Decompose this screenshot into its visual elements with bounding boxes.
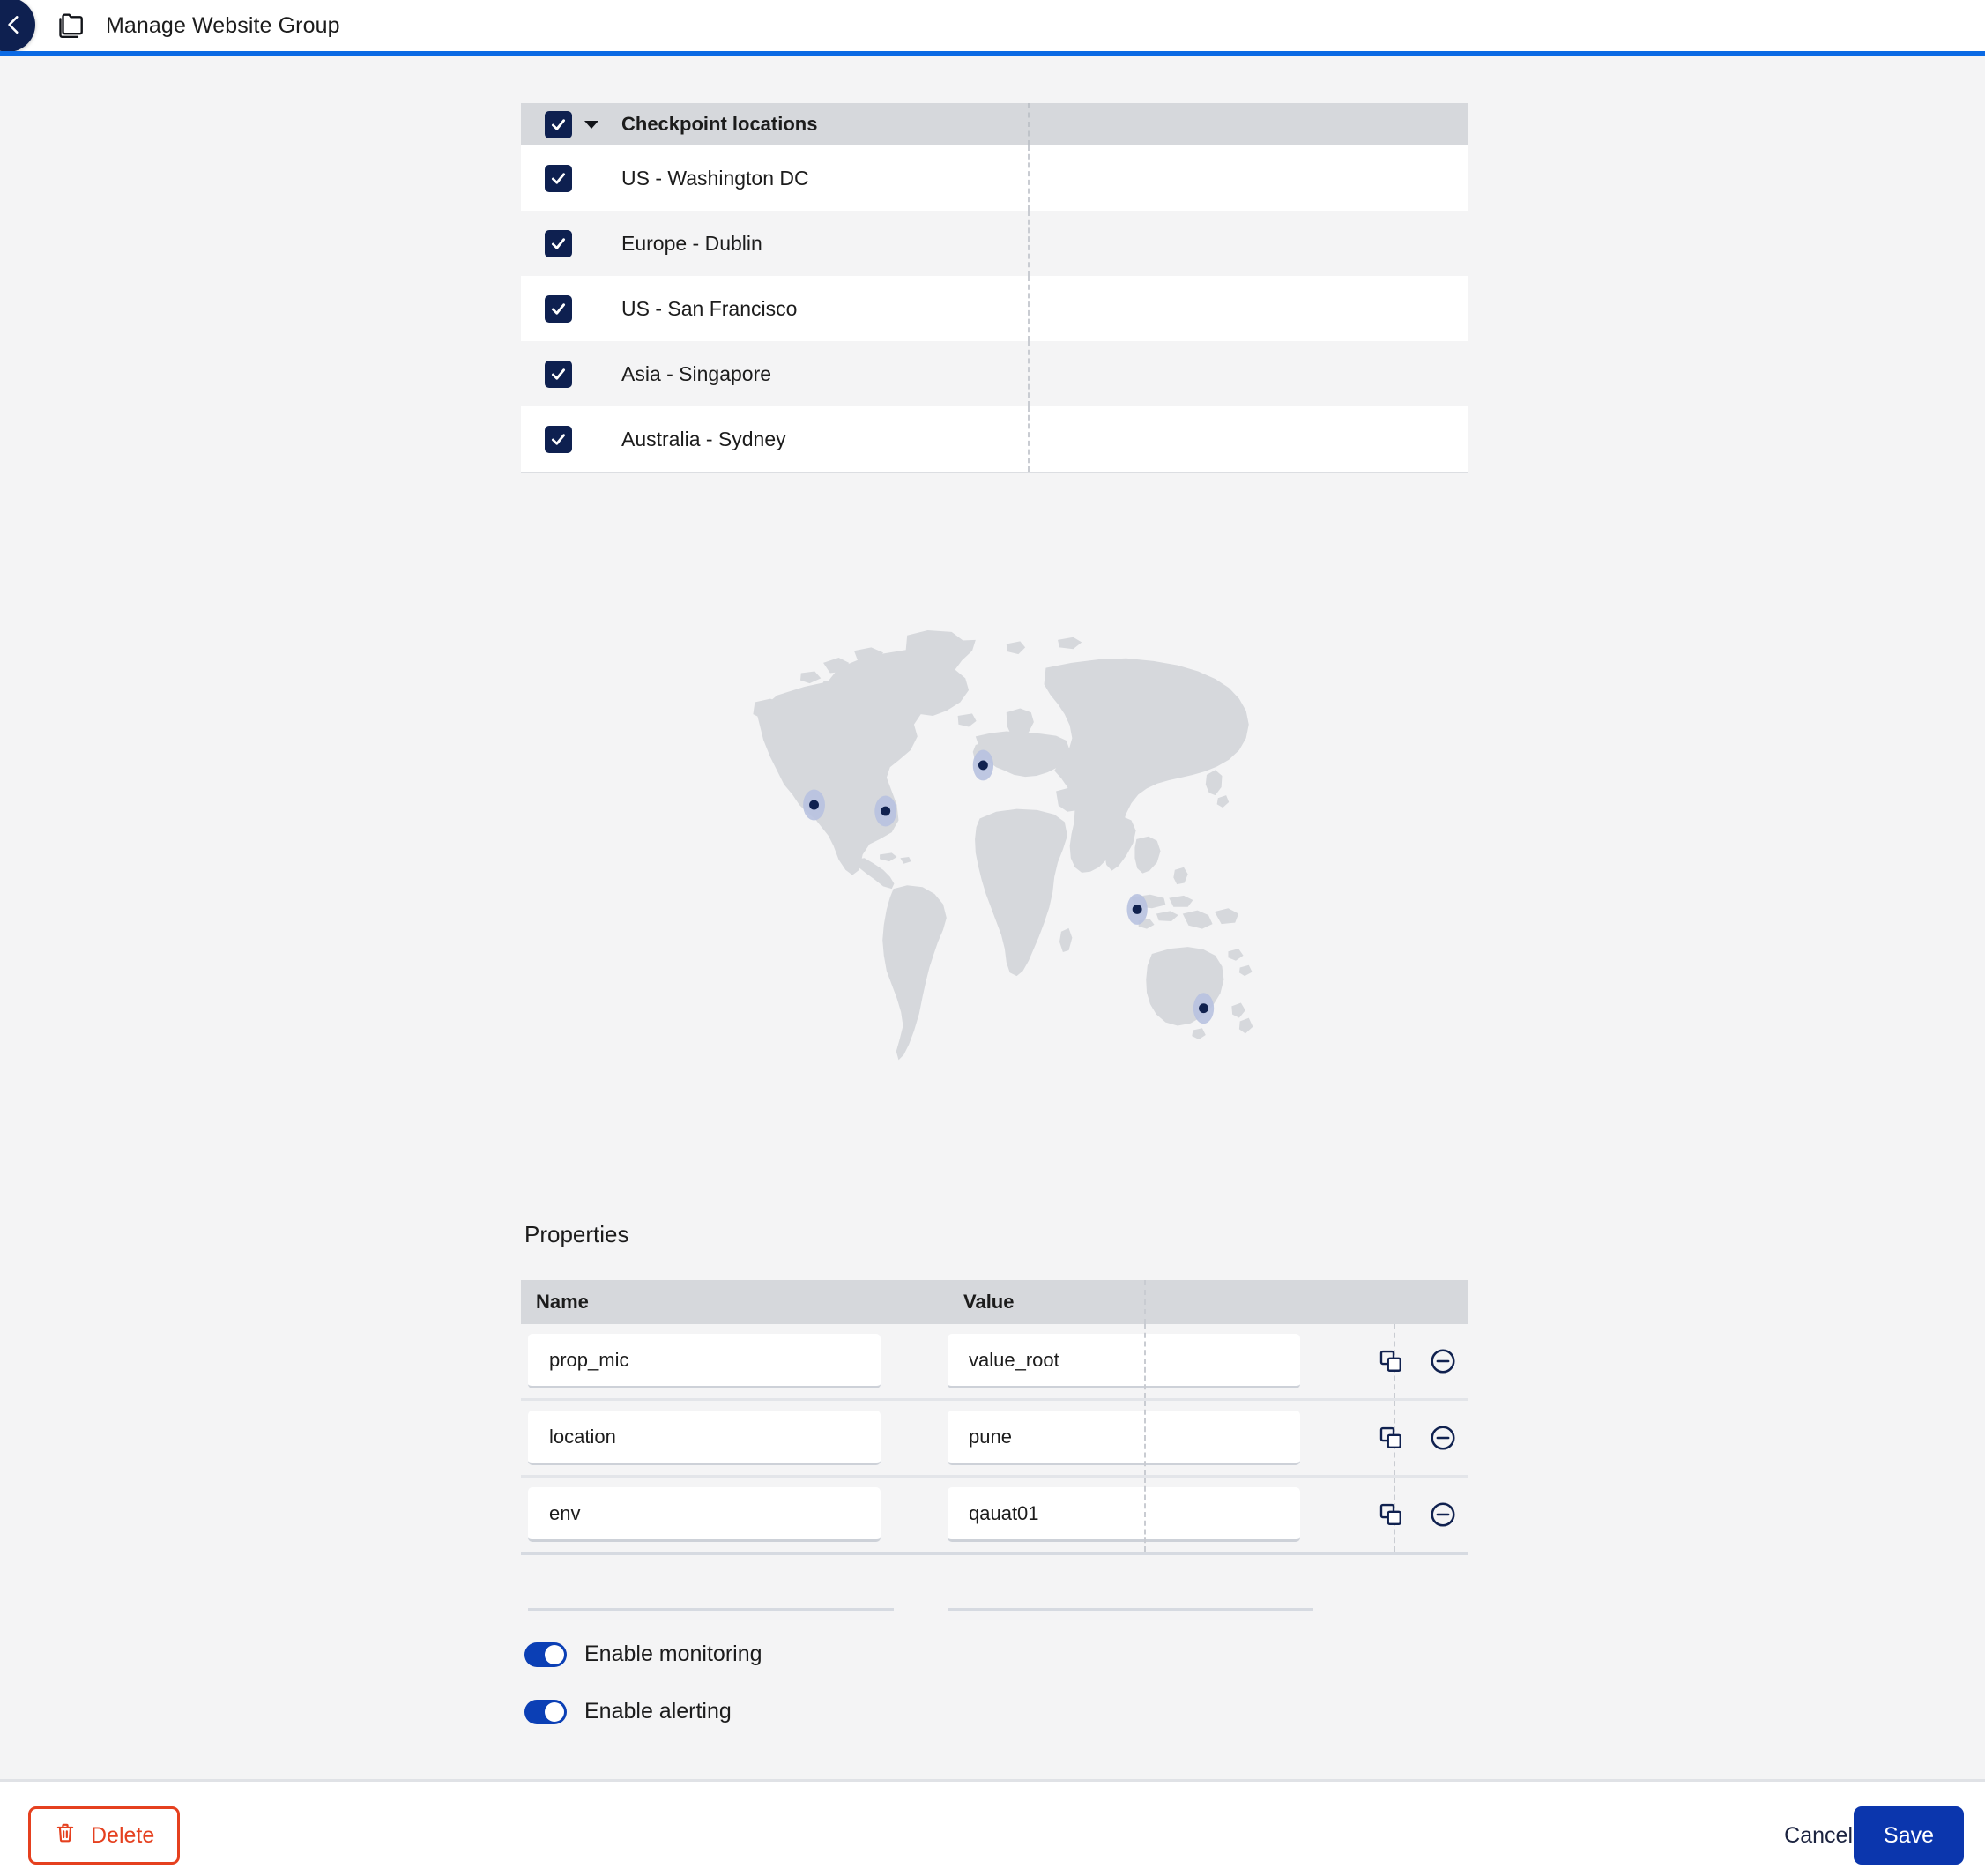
checkpoint-location-label: Asia - Singapore [621, 361, 772, 385]
minus-circle-icon[interactable] [1429, 1500, 1457, 1529]
column-divider [1028, 145, 1030, 211]
footer-action-bar: Delete Cancel Save [0, 1779, 1985, 1876]
row-checkbox[interactable] [545, 294, 572, 323]
check-icon [551, 118, 566, 130]
column-divider [1144, 1324, 1146, 1398]
map-marker-europe-dublin[interactable] [972, 749, 994, 781]
toggle-knob [545, 1701, 564, 1722]
property-row: location pune [521, 1401, 1468, 1475]
property-name-input[interactable]: prop_mic [528, 1334, 881, 1388]
trash-icon [54, 1821, 77, 1850]
check-icon [551, 302, 566, 315]
row-checkbox-cell [521, 164, 609, 192]
map-marker-us-washington-dc[interactable] [874, 795, 897, 827]
enable-monitoring-toggle[interactable] [524, 1642, 567, 1667]
row-checkbox[interactable] [545, 425, 572, 453]
enable-alerting-toggle[interactable] [524, 1699, 567, 1724]
property-value-input[interactable]: pune [948, 1411, 1300, 1465]
check-icon [551, 368, 566, 380]
copy-icon[interactable] [1378, 1501, 1404, 1528]
column-divider [1028, 211, 1030, 276]
row-checkbox[interactable] [545, 164, 572, 192]
property-row: env qauat01 [521, 1478, 1468, 1552]
table-bottom-border [521, 472, 1468, 473]
table-row[interactable]: Asia - Singapore [521, 341, 1468, 406]
back-button[interactable] [0, 0, 35, 52]
property-row: prop_mic value_root [521, 1324, 1468, 1398]
property-name-input[interactable]: location [528, 1411, 881, 1465]
checkpoint-location-label: US - Washington DC [621, 166, 809, 190]
enable-monitoring-label: Enable monitoring [584, 1642, 762, 1666]
column-divider [1144, 1401, 1146, 1475]
delete-button-label: Delete [91, 1822, 155, 1848]
column-header-value: Value [963, 1291, 1015, 1313]
properties-table-header: Name Value [521, 1280, 1468, 1324]
properties-section-title: Properties [524, 1221, 629, 1247]
map-marker-us-san-francisco[interactable] [803, 789, 825, 821]
header-accent-rule [0, 51, 1985, 56]
checkpoint-world-map[interactable] [529, 599, 1472, 1128]
map-landmasses [753, 629, 1253, 1061]
table-row[interactable]: Australia - Sydney [521, 406, 1468, 472]
row-checkbox-cell [521, 229, 609, 257]
checkpoint-location-label: US - San Francisco [621, 296, 798, 320]
new-property-name-underline[interactable] [528, 1608, 894, 1611]
minus-circle-icon[interactable] [1429, 1347, 1457, 1375]
table-row[interactable]: Europe - Dublin [521, 211, 1468, 276]
table-row[interactable]: US - Washington DC [521, 145, 1468, 211]
copy-icon[interactable] [1378, 1425, 1404, 1451]
column-header-checkpoint-locations: Checkpoint locations [621, 113, 818, 135]
folder-copy-icon [55, 9, 88, 47]
check-icon [551, 172, 566, 184]
delete-button[interactable]: Delete [28, 1806, 181, 1865]
checkpoint-table-header: Checkpoint locations [521, 103, 1468, 145]
checkpoint-locations-table: Checkpoint locations US - Washington DC … [521, 103, 1468, 473]
property-name-input[interactable]: env [528, 1487, 881, 1542]
save-button[interactable]: Save [1854, 1806, 1964, 1865]
column-divider [1144, 1280, 1146, 1324]
row-checkbox-cell [521, 425, 609, 453]
map-marker-asia-singapore[interactable] [1126, 893, 1148, 925]
property-value-input[interactable]: value_root [948, 1334, 1300, 1388]
enable-alerting-label: Enable alerting [584, 1699, 732, 1723]
column-divider [1028, 406, 1030, 472]
checkpoint-location-label: Australia - Sydney [621, 427, 786, 450]
column-divider [1028, 341, 1030, 406]
select-all-cell [521, 110, 609, 138]
property-value-input[interactable]: qauat01 [948, 1487, 1300, 1542]
row-checkbox[interactable] [545, 360, 572, 388]
new-property-value-underline[interactable] [948, 1608, 1313, 1611]
row-checkbox-cell [521, 294, 609, 323]
page-title: Manage Website Group [106, 12, 340, 38]
column-header-name: Name [536, 1291, 589, 1313]
column-divider [1028, 276, 1030, 341]
check-icon [551, 433, 566, 445]
check-icon [551, 237, 566, 249]
select-all-checkbox[interactable] [545, 110, 572, 138]
cancel-button[interactable]: Cancel [1784, 1806, 1853, 1865]
enable-alerting-row: Enable alerting [524, 1699, 732, 1724]
map-marker-australia-sydney[interactable] [1193, 993, 1215, 1024]
minus-circle-icon[interactable] [1429, 1424, 1457, 1452]
chevron-left-icon [8, 16, 19, 34]
column-divider [1144, 1478, 1146, 1552]
toggle-knob [545, 1644, 564, 1664]
copy-icon[interactable] [1378, 1348, 1404, 1374]
enable-monitoring-row: Enable monitoring [524, 1642, 762, 1667]
properties-table: Name Value prop_mic value_root location … [521, 1280, 1468, 1631]
select-all-dropdown-caret[interactable] [584, 120, 598, 129]
column-divider [1028, 103, 1030, 145]
app-header: Manage Website Group [0, 0, 1985, 52]
row-checkbox[interactable] [545, 229, 572, 257]
row-checkbox-cell [521, 360, 609, 388]
new-property-row[interactable] [521, 1555, 1468, 1631]
checkpoint-location-label: Europe - Dublin [621, 231, 762, 255]
table-row[interactable]: US - San Francisco [521, 276, 1468, 341]
